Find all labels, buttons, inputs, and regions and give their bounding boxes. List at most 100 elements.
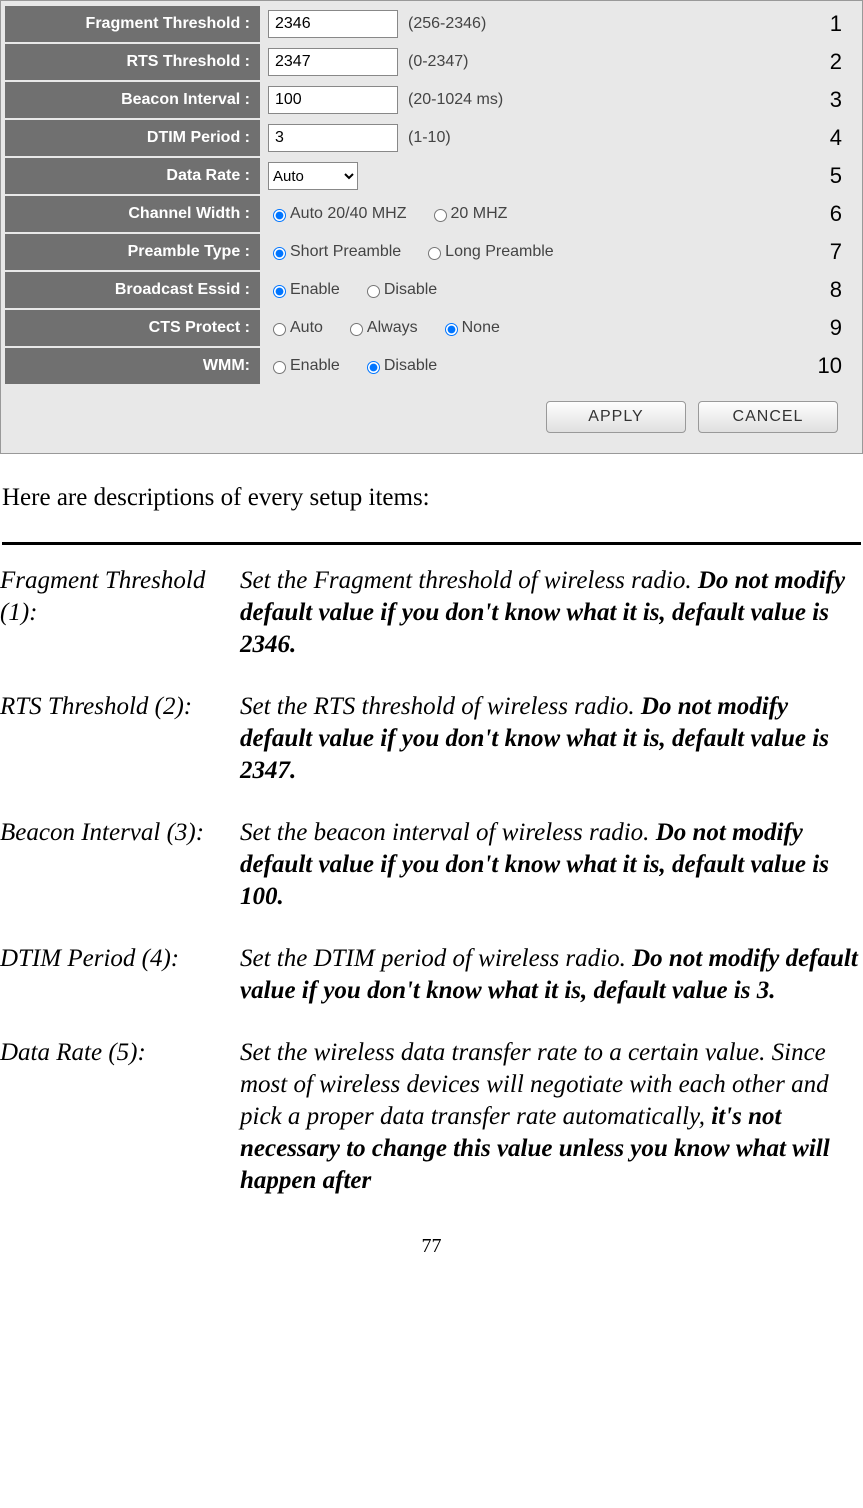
radio-input[interactable] <box>273 361 286 374</box>
field-control: Enable Disable <box>262 348 858 384</box>
radio-label: Enable <box>290 357 340 375</box>
button-row: APPLY CANCEL <box>5 385 858 433</box>
field-label: Fragment Threshold : <box>5 6 260 42</box>
radio-label: Disable <box>384 281 437 299</box>
radio-option[interactable]: None <box>440 319 500 337</box>
description-term: DTIM Period (4): <box>0 943 240 1037</box>
description-definition: Set the wireless data transfer rate to a… <box>240 1037 863 1227</box>
row-number-annotation: 2 <box>830 49 842 75</box>
field-control: (1-10) <box>262 120 858 156</box>
descriptions-intro: Here are descriptions of every setup ite… <box>2 484 863 512</box>
radio-label: Long Preamble <box>445 243 554 261</box>
radio-option[interactable]: Auto <box>268 319 323 337</box>
radio-label: None <box>462 319 500 337</box>
description-term: Data Rate (5): <box>0 1037 240 1227</box>
radio-label: 20 MHZ <box>451 205 508 223</box>
row-number-annotation: 1 <box>830 11 842 37</box>
radio-input[interactable] <box>367 285 380 298</box>
field-label: Beacon Interval : <box>5 82 260 118</box>
field-label: Preamble Type : <box>5 234 260 270</box>
form-row: DTIM Period : (1-10) 4 <box>5 119 858 157</box>
text-input[interactable] <box>268 48 398 76</box>
row-number-annotation: 4 <box>830 125 842 151</box>
form-row: CTS Protect : Auto Always None 9 <box>5 309 858 347</box>
text-input[interactable] <box>268 86 398 114</box>
form-row: Fragment Threshold : (256-2346) 1 <box>5 5 858 43</box>
field-label: Broadcast Essid : <box>5 272 260 308</box>
row-number-annotation: 8 <box>830 277 842 303</box>
field-control: (0-2347) <box>262 44 858 80</box>
descriptions-table: Fragment Threshold (1):Set the Fragment … <box>0 565 863 1227</box>
divider <box>2 542 861 545</box>
radio-input[interactable] <box>428 247 441 260</box>
radio-input[interactable] <box>367 361 380 374</box>
row-number-annotation: 9 <box>830 315 842 341</box>
field-label: DTIM Period : <box>5 120 260 156</box>
description-definition: Set the RTS threshold of wireless radio.… <box>240 691 863 817</box>
form-row: Data Rate :Auto5 <box>5 157 858 195</box>
radio-group: Auto Always None <box>268 319 518 337</box>
cancel-button[interactable]: CANCEL <box>698 401 838 433</box>
text-input[interactable] <box>268 124 398 152</box>
radio-input[interactable] <box>445 323 458 336</box>
radio-option[interactable]: Always <box>345 319 418 337</box>
radio-label: Disable <box>384 357 437 375</box>
radio-option[interactable]: Auto 20/40 MHZ <box>268 205 407 223</box>
form-row: Channel Width :Auto 20/40 MHZ20 MHZ6 <box>5 195 858 233</box>
field-control: Auto <box>262 158 858 194</box>
radio-option[interactable]: Enable <box>268 281 340 299</box>
form-row: Broadcast Essid : Enable Disable 8 <box>5 271 858 309</box>
radio-input[interactable] <box>434 209 447 222</box>
description-term: RTS Threshold (2): <box>0 691 240 817</box>
radio-input[interactable] <box>273 285 286 298</box>
hint-text: (256-2346) <box>408 15 486 33</box>
field-control: Auto Always None <box>262 310 858 346</box>
description-definition: Set the Fragment threshold of wireless r… <box>240 565 863 691</box>
radio-group: Enable Disable <box>268 357 455 375</box>
row-number-annotation: 7 <box>830 239 842 265</box>
radio-label: Enable <box>290 281 340 299</box>
row-number-annotation: 6 <box>830 201 842 227</box>
field-control: Enable Disable <box>262 272 858 308</box>
radio-input[interactable] <box>273 209 286 222</box>
radio-label: Always <box>367 319 418 337</box>
row-number-annotation: 10 <box>818 353 842 379</box>
hint-text: (20-1024 ms) <box>408 91 503 109</box>
radio-option[interactable]: 20 MHZ <box>429 205 508 223</box>
select-input[interactable]: Auto <box>268 162 358 190</box>
description-term: Fragment Threshold (1): <box>0 565 240 691</box>
form-row: WMM: Enable Disable 10 <box>5 347 858 385</box>
apply-button[interactable]: APPLY <box>546 401 686 433</box>
field-control: Auto 20/40 MHZ 20 MHZ <box>262 196 858 232</box>
radio-group: Enable Disable <box>268 281 455 299</box>
form-row: RTS Threshold :(0-2347)2 <box>5 43 858 81</box>
radio-group: Auto 20/40 MHZ 20 MHZ <box>268 205 525 223</box>
radio-option[interactable]: Disable <box>362 281 437 299</box>
hint-text: (0-2347) <box>408 53 468 71</box>
radio-option[interactable]: Disable <box>362 357 437 375</box>
radio-input[interactable] <box>273 323 286 336</box>
form-row: Beacon Interval : (20-1024 ms) 3 <box>5 81 858 119</box>
description-definition: Set the beacon interval of wireless radi… <box>240 817 863 943</box>
settings-panel: Fragment Threshold :(256-2346)1RTS Thres… <box>0 0 863 454</box>
radio-input[interactable] <box>350 323 363 336</box>
field-label: CTS Protect : <box>5 310 260 346</box>
hint-text: (1-10) <box>408 129 451 147</box>
radio-option[interactable]: Enable <box>268 357 340 375</box>
description-definition: Set the DTIM period of wireless radio. D… <box>240 943 863 1037</box>
radio-option[interactable]: Long Preamble <box>423 243 554 261</box>
field-control: Short Preamble Long Preamble <box>262 234 858 270</box>
row-number-annotation: 5 <box>830 163 842 189</box>
text-input[interactable] <box>268 10 398 38</box>
field-control: (20-1024 ms) <box>262 82 858 118</box>
radio-input[interactable] <box>273 247 286 260</box>
radio-label: Short Preamble <box>290 243 401 261</box>
radio-label: Auto 20/40 MHZ <box>290 205 407 223</box>
page-number: 77 <box>0 1235 863 1258</box>
form-row: Preamble Type : Short Preamble Long Preamb… <box>5 233 858 271</box>
field-label: WMM: <box>5 348 260 384</box>
radio-option[interactable]: Short Preamble <box>268 243 401 261</box>
field-control: (256-2346) <box>262 6 858 42</box>
row-number-annotation: 3 <box>830 87 842 113</box>
description-term: Beacon Interval (3): <box>0 817 240 943</box>
